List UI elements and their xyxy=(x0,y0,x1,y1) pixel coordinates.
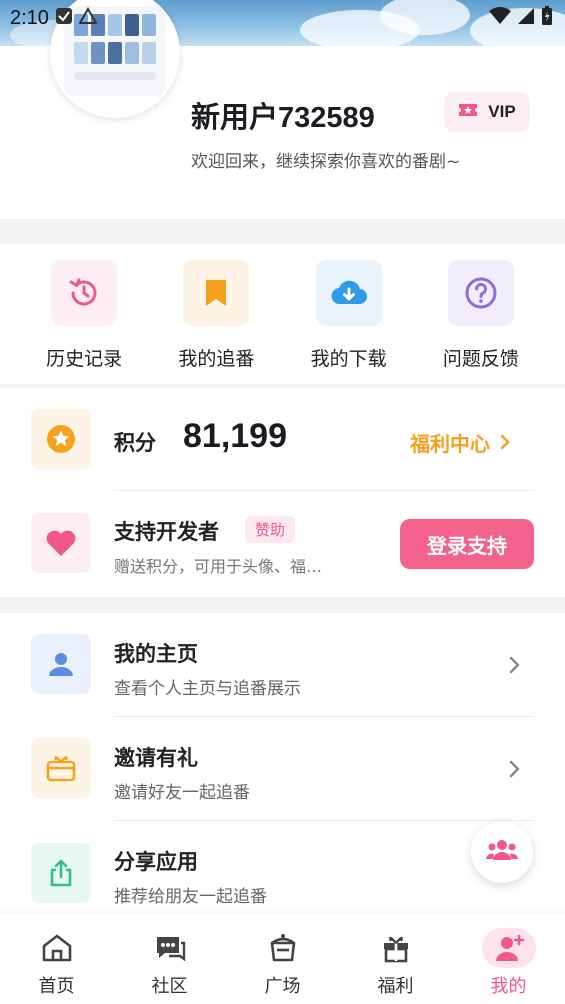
vip-ticket-icon xyxy=(458,102,478,122)
section-divider xyxy=(0,219,565,244)
history-icon xyxy=(51,260,118,326)
sponsor-badge: 赞助 xyxy=(245,516,296,543)
tab-label: 社区 xyxy=(151,976,188,997)
chevron-right-icon xyxy=(508,656,520,678)
section-divider xyxy=(0,597,565,613)
group-users-icon xyxy=(485,838,519,866)
menu-item-title: 分享应用 xyxy=(114,850,198,874)
quick-action-label: 我的下载 xyxy=(310,348,387,370)
heart-icon xyxy=(31,513,91,573)
quick-actions: 历史记录 我的追番 我的下载 问题反馈 xyxy=(0,244,565,384)
quick-action-label: 我的追番 xyxy=(178,348,255,370)
tab-label: 我的 xyxy=(490,976,527,997)
section-divider xyxy=(0,384,565,388)
tab-plaza[interactable]: 广场 xyxy=(226,914,339,1004)
cloud-download-icon xyxy=(315,260,382,326)
gift-icon xyxy=(369,928,423,968)
plaza-icon xyxy=(256,928,310,968)
user-icon xyxy=(31,634,91,694)
help-icon xyxy=(447,260,514,326)
tab-label: 首页 xyxy=(38,976,75,997)
tab-label: 福利 xyxy=(377,976,414,997)
divider xyxy=(114,820,534,821)
support-developer-title: 支持开发者 xyxy=(114,520,219,544)
quick-action-history[interactable]: 历史记录 xyxy=(24,244,144,384)
quick-action-following[interactable]: 我的追番 xyxy=(156,244,276,384)
menu-item-desc: 查看个人主页与追番展示 xyxy=(114,679,301,699)
menu-item-title: 邀请有礼 xyxy=(114,746,198,770)
group-fab-button[interactable] xyxy=(471,821,533,883)
tab-label: 广场 xyxy=(264,976,301,997)
support-developer-desc: 赠送积分，可用于头像、福… xyxy=(114,557,323,576)
quick-action-feedback[interactable]: 问题反馈 xyxy=(421,244,541,384)
status-time: 2:10 xyxy=(10,6,49,29)
points-label: 积分 xyxy=(114,431,156,455)
check-notification-icon xyxy=(55,7,73,29)
username: 新用户732589 xyxy=(191,102,375,134)
quick-action-downloads[interactable]: 我的下载 xyxy=(289,244,409,384)
welfare-center-label: 福利中心 xyxy=(410,432,490,456)
divider xyxy=(114,490,534,491)
quick-action-label: 历史记录 xyxy=(46,348,123,370)
warning-notification-icon xyxy=(78,6,98,29)
menu-item-desc: 推荐给朋友一起追番 xyxy=(114,887,267,907)
login-support-button[interactable]: 登录支持 xyxy=(400,519,534,569)
menu-item-desc: 邀请好友一起追番 xyxy=(114,783,250,803)
wifi-icon xyxy=(489,7,511,29)
tab-welfare[interactable]: 福利 xyxy=(339,914,452,1004)
gift-box-icon xyxy=(31,738,91,798)
status-bar: 2:10 xyxy=(0,0,565,36)
tab-mine[interactable]: 我的 xyxy=(452,914,565,1004)
points-value: 81,199 xyxy=(183,417,287,455)
battery-icon xyxy=(541,6,553,30)
menu-item-title: 我的主页 xyxy=(114,642,198,666)
bookmark-icon xyxy=(183,260,250,326)
chat-icon xyxy=(143,928,197,968)
bottom-tab-bar: 首页 社区 广场 福利 我的 xyxy=(0,914,565,1004)
chevron-right-icon xyxy=(508,760,520,782)
vip-button[interactable]: VIP xyxy=(444,92,530,132)
chevron-right-icon xyxy=(500,431,510,455)
signal-icon xyxy=(517,7,535,29)
tab-home[interactable]: 首页 xyxy=(0,914,113,1004)
welfare-center-link[interactable]: 福利中心 xyxy=(410,428,510,457)
home-icon xyxy=(30,928,84,968)
welcome-text: 欢迎回来，继续探索你喜欢的番剧~ xyxy=(191,152,461,172)
profile-icon xyxy=(481,928,536,968)
star-coin-icon xyxy=(31,409,91,469)
share-icon xyxy=(31,843,91,903)
quick-action-label: 问题反馈 xyxy=(442,348,519,370)
tab-community[interactable]: 社区 xyxy=(113,914,226,1004)
vip-label: VIP xyxy=(488,102,516,121)
divider xyxy=(114,716,534,717)
